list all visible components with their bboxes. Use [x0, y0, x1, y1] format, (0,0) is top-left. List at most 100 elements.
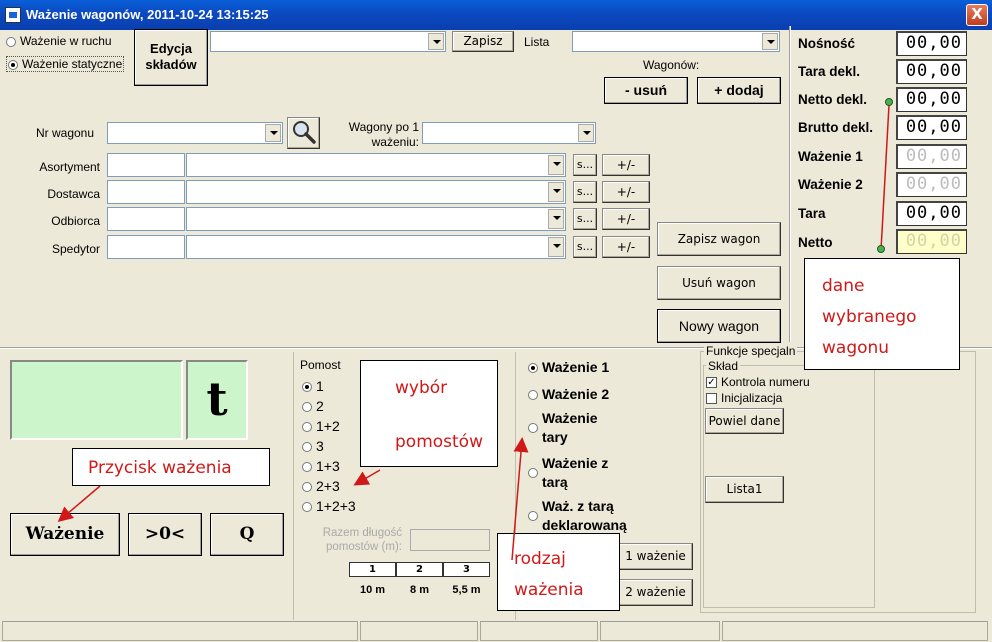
annotation-weighing-type: rodzaj ważenia	[497, 533, 620, 611]
one-weighing-button[interactable]: 1 ważenie	[618, 543, 693, 570]
row-odbiorca: Odbiorca s... +/-	[0, 207, 660, 233]
title-bar: Ważenie wagonów, 2011-10-24 13:15:25 X	[0, 0, 992, 30]
value-display: 00,00	[896, 115, 967, 140]
radio-icon	[8, 59, 18, 70]
search-dots-button[interactable]: s...	[573, 236, 597, 258]
platform-option-label: 2+3	[316, 478, 340, 494]
name-combo[interactable]	[186, 153, 566, 177]
value-display: 00,00	[896, 31, 967, 56]
status-cell	[480, 621, 598, 641]
weigh-button[interactable]: Ważenie	[10, 513, 120, 556]
check-icon: ✓	[706, 377, 717, 389]
platform-option-1[interactable]: 1	[302, 378, 356, 398]
weighing-type-1[interactable]: Ważenie 1	[528, 359, 609, 375]
unit-display: t	[186, 360, 248, 440]
wagons-after-combo[interactable]	[422, 122, 596, 144]
chevron-down-icon[interactable]	[548, 209, 564, 229]
chevron-down-icon[interactable]	[265, 124, 281, 142]
special-functions-label: Funkcje specjaln	[704, 344, 798, 358]
annotation-weigh-button: Przycisk ważenia	[72, 448, 270, 486]
search-button[interactable]	[287, 117, 320, 149]
mode-radio-static[interactable]: Ważenie statyczne	[6, 56, 125, 72]
weighing-type-with-tare[interactable]: Ważenie z tarą	[528, 454, 608, 492]
name-combo[interactable]	[186, 207, 566, 231]
segment-length: 5,5 m	[452, 584, 481, 596]
segment-length: 10 m	[359, 584, 386, 596]
total-length-label: Razem długość pomostów (m):	[322, 527, 402, 553]
value-display: 00,00	[896, 172, 967, 197]
radio-icon	[528, 511, 538, 521]
save-wagon-button[interactable]: Zapisz wagon	[657, 222, 781, 256]
platform-option-1-2-3[interactable]: 1+2+3	[302, 498, 356, 518]
number-control-checkbox[interactable]: ✓ Kontrola numeru	[706, 375, 810, 389]
value-label: Brutto dekl.	[798, 120, 874, 135]
list1-button[interactable]: Lista1	[705, 476, 784, 503]
edit-sets-button[interactable]: Edycja składów	[134, 29, 208, 86]
total-length-field	[410, 529, 490, 551]
zero-button[interactable]: >0<	[128, 513, 202, 556]
chevron-down-icon[interactable]	[762, 33, 778, 50]
add-wagon-count-button[interactable]: + dodaj	[697, 77, 781, 104]
search-icon	[292, 121, 316, 144]
plus-minus-button[interactable]: +/-	[602, 208, 650, 230]
value-label: Netto	[798, 235, 833, 250]
radio-icon	[302, 462, 312, 473]
value-label: Tara dekl.	[798, 64, 861, 79]
name-combo[interactable]	[186, 180, 566, 204]
new-wagon-button[interactable]: Nowy wagon	[657, 309, 781, 343]
weighing-type-label: Ważenie tary	[542, 410, 598, 445]
chevron-down-icon[interactable]	[548, 182, 564, 202]
annotation-platform-choice: wybór pomostów	[360, 360, 498, 467]
platform-option-label: 2	[316, 398, 324, 414]
lista-label: Lista	[524, 35, 550, 49]
remove-wagon-button[interactable]: Usuń wagon	[657, 266, 781, 300]
platform-option-label: 1	[316, 378, 324, 394]
plus-minus-button[interactable]: +/-	[602, 154, 650, 176]
radio-icon	[302, 502, 312, 513]
search-dots-button[interactable]: s...	[573, 154, 597, 176]
initialization-checkbox[interactable]: Inicjalizacja	[706, 391, 782, 405]
code-field[interactable]	[107, 207, 185, 231]
mode-radio-moving[interactable]: Ważenie w ruchu	[6, 34, 112, 48]
set-combo[interactable]	[210, 31, 446, 52]
wagons-after-first-label: Wagony po 1 ważeniu:	[348, 120, 419, 149]
duplicate-data-button[interactable]: Powiel dane	[705, 408, 784, 434]
code-field[interactable]	[107, 153, 185, 177]
wagon-number-combo[interactable]	[107, 122, 283, 144]
platform-option-1-3[interactable]: 1+3	[302, 458, 356, 478]
chevron-down-icon[interactable]	[578, 124, 594, 142]
platform-option-label: 1+2+3	[316, 498, 356, 514]
weighing-type-2[interactable]: Ważenie 2	[528, 386, 609, 402]
platform-option-2-3[interactable]: 2+3	[302, 478, 356, 498]
chevron-down-icon[interactable]	[428, 33, 444, 50]
chevron-down-icon[interactable]	[548, 237, 564, 257]
radio-icon	[528, 363, 538, 374]
platform-segments: 1 2 3	[349, 562, 490, 577]
weighing-type-declared-tare[interactable]: Waż. z tarą deklarowaną	[528, 497, 627, 535]
code-field[interactable]	[107, 180, 185, 204]
platform-option-2[interactable]: 2	[302, 398, 356, 418]
search-dots-button[interactable]: s...	[573, 181, 597, 203]
value-display: 00,00	[896, 201, 967, 226]
weighing-type-tare[interactable]: Ważenie tary	[528, 409, 598, 447]
platform-option-1-2[interactable]: 1+2	[302, 418, 356, 438]
wagons-label: Wagonów:	[643, 58, 700, 72]
plus-minus-button[interactable]: +/-	[602, 181, 650, 203]
window-title: Ważenie wagonów, 2011-10-24 13:15:25	[26, 7, 269, 22]
chevron-down-icon[interactable]	[548, 155, 564, 175]
annotation-selected-wagon: dane wybranego wagonu	[804, 258, 960, 370]
mode-label: Ważenie statyczne	[22, 57, 123, 71]
platform-option-3[interactable]: 3	[302, 438, 356, 458]
q-button[interactable]: Q	[210, 513, 284, 556]
two-weighing-button[interactable]: 2 ważenie	[618, 579, 693, 606]
status-cell	[600, 621, 720, 641]
lista-combo[interactable]	[572, 31, 780, 52]
search-dots-button[interactable]: s...	[573, 208, 597, 230]
plus-minus-button[interactable]: +/-	[602, 236, 650, 258]
remove-wagon-count-button[interactable]: - usuń	[604, 77, 688, 104]
code-field[interactable]	[107, 235, 185, 259]
name-combo[interactable]	[186, 235, 566, 259]
row-dostawca: Dostawca s... +/-	[0, 180, 660, 206]
close-button[interactable]: X	[966, 4, 988, 26]
save-button[interactable]: Zapisz	[452, 31, 514, 52]
